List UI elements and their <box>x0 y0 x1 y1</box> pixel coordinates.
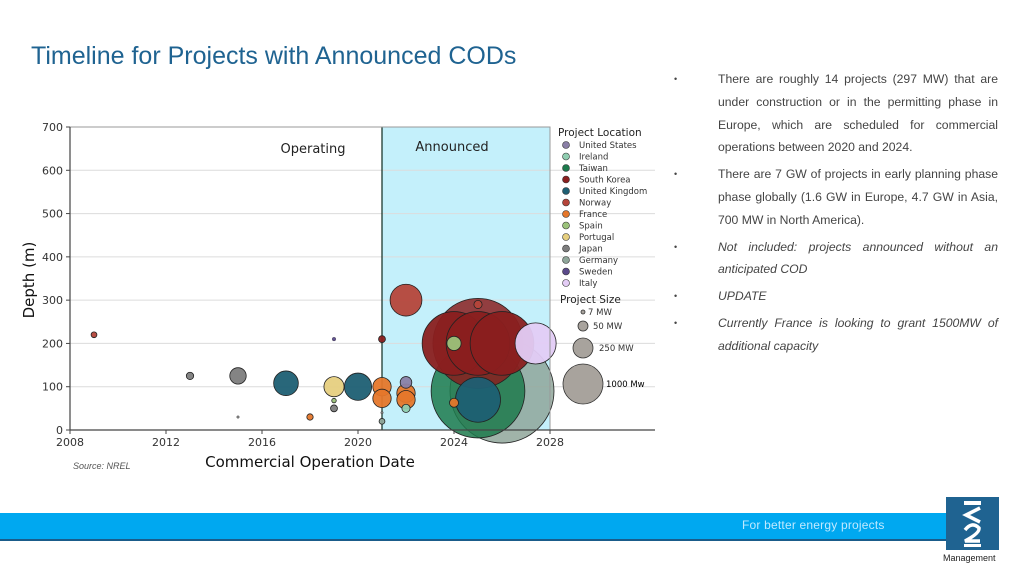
bullet-dot: • <box>674 291 678 302</box>
legend-marker <box>562 221 570 230</box>
data-point <box>473 299 483 309</box>
y-axis-label: Depth (m) <box>20 242 38 319</box>
legend-size-marker <box>577 320 589 332</box>
legend-label: Norway <box>579 199 611 209</box>
legend-size-label: 250 MW <box>599 344 634 354</box>
data-point <box>380 411 384 415</box>
bullet-text: UPDATE <box>718 289 767 304</box>
legend-label: Taiwan <box>578 164 608 174</box>
bullet-dot: • <box>674 169 678 180</box>
x-tick-label: 2012 <box>152 436 180 449</box>
x-tick-label: 2020 <box>344 436 372 449</box>
legend-label: Ireland <box>579 153 608 163</box>
legend-label: Japan <box>578 245 603 255</box>
legend-size-label: 7 MW <box>588 308 612 318</box>
y-tick-label: 300 <box>42 294 63 307</box>
bullet-item: • UPDATE <box>668 285 998 308</box>
legend-size-marker <box>580 309 586 315</box>
y-tick-label: 200 <box>42 337 63 350</box>
legend-label: France <box>579 210 607 220</box>
legend-marker <box>562 152 570 161</box>
legend-size-marker <box>572 337 594 359</box>
legend-marker <box>562 256 570 264</box>
data-point <box>306 413 314 421</box>
legend-size-label: 1000 Mw <box>606 380 645 390</box>
legend-size-label: 50 MW <box>593 322 623 332</box>
y-tick-label: 500 <box>42 208 63 221</box>
legend-marker <box>562 187 570 195</box>
x-tick-label: 2028 <box>536 436 564 449</box>
data-point <box>185 371 195 380</box>
legend-label: Germany <box>579 256 618 266</box>
bullet-dot: • <box>674 317 678 328</box>
x-tick-label: 2024 <box>440 436 468 449</box>
bullet-list: • There are roughly 14 projects (297 MW) … <box>668 68 998 362</box>
bullet-item: • Currently France is looking to grant 15… <box>668 312 998 358</box>
legend-label: United States <box>579 141 637 151</box>
bullet-dot: • <box>674 241 678 252</box>
data-point <box>378 418 386 425</box>
k2-logo <box>946 497 999 550</box>
data-point <box>399 376 413 389</box>
x-tick-label: 2008 <box>56 436 84 449</box>
data-point <box>372 388 392 408</box>
region-label-operating: Operating <box>281 142 346 157</box>
x-axis-label: Commercial Operation Date <box>205 453 415 471</box>
legend-marker <box>562 175 570 184</box>
data-point <box>273 370 299 396</box>
legend-marker <box>562 267 570 276</box>
data-point <box>229 367 247 385</box>
y-tick-label: 400 <box>42 251 63 264</box>
bullet-text: Currently France is looking to grant 150… <box>718 315 998 353</box>
legend-marker <box>562 198 570 207</box>
k2-logo-icon <box>962 501 981 547</box>
y-tick-label: 100 <box>42 381 63 394</box>
legend-label: South Korea <box>579 176 631 186</box>
bullet-item: • There are roughly 14 projects (297 MW) … <box>668 68 998 159</box>
data-point <box>323 376 345 398</box>
data-point <box>331 397 337 404</box>
legend-marker <box>562 210 570 218</box>
legend: Project Location United States IrelandTaiw… <box>558 127 647 405</box>
legend-label: Sweden <box>579 268 613 278</box>
bullet-text: Not included: projects announced without… <box>718 239 998 277</box>
x-tick-label: 2016 <box>248 436 276 449</box>
data-point <box>330 404 338 413</box>
data-point <box>332 337 336 342</box>
bullet-text: There are 7 GW of projects in early plan… <box>718 167 998 227</box>
legend-size-marker <box>562 363 604 405</box>
legend-label: Italy <box>579 279 597 289</box>
points <box>90 283 557 444</box>
source-note: Source: NREL <box>73 461 131 471</box>
data-point <box>401 403 411 413</box>
legend-size-title: Project Size <box>560 294 621 306</box>
legend-marker <box>562 244 570 253</box>
bullet-item: • There are 7 GW of projects in early pla… <box>668 163 998 231</box>
data-point <box>455 376 501 423</box>
data-point <box>446 335 462 351</box>
y-tick-label: 600 <box>42 164 63 177</box>
legend-marker <box>562 164 570 172</box>
data-point <box>236 415 240 419</box>
legend-marker <box>562 141 570 149</box>
data-point <box>343 372 373 401</box>
logo-subtitle: Management <box>943 553 996 563</box>
legend-marker <box>562 279 570 287</box>
data-point <box>378 335 386 343</box>
legend-label: Spain <box>579 222 603 232</box>
bullet-dot: • <box>674 74 678 84</box>
data-point <box>449 397 459 408</box>
legend-marker <box>562 233 570 241</box>
data-point <box>389 283 423 317</box>
legend-location-title: Project Location <box>558 127 642 139</box>
tagline: For better energy projects <box>742 518 885 532</box>
legend-label: United Kingdom <box>579 187 647 197</box>
bullet-text: There are roughly 14 projects (297 MW) t… <box>718 72 998 155</box>
bullet-item: • Not included: projects announced withou… <box>668 236 998 282</box>
legend-label: Portugal <box>579 233 614 243</box>
y-tick-label: 700 <box>42 121 63 134</box>
data-point <box>90 331 98 339</box>
region-label-announced: Announced <box>415 140 488 155</box>
